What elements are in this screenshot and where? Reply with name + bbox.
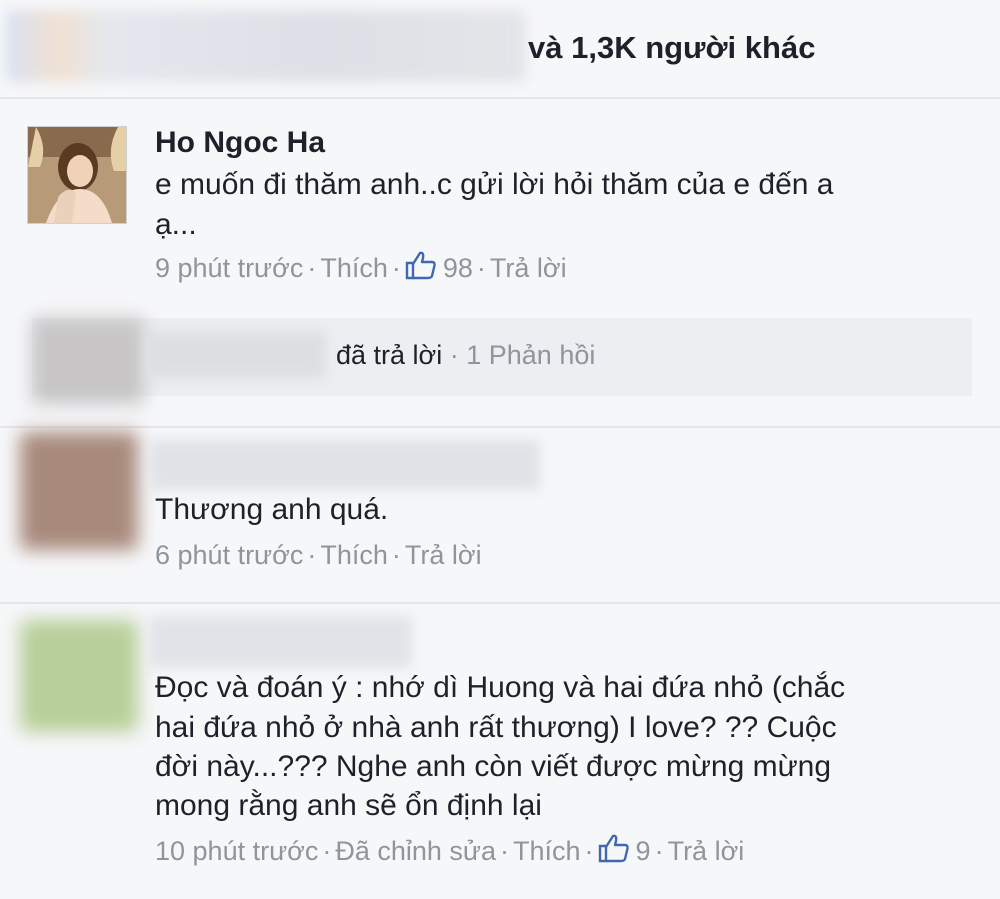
reply-link[interactable]: Trả lời bbox=[668, 836, 745, 866]
avatar-portrait-image bbox=[28, 127, 126, 223]
divider bbox=[0, 602, 1000, 604]
comment-meta: 6 phút trước · Thích · Trả lời bbox=[155, 540, 482, 571]
avatar[interactable] bbox=[32, 318, 144, 404]
likes-summary-bar[interactable]: và 1,3K người khác bbox=[0, 0, 1000, 97]
comment-meta: 10 phút trước · Đã chỉnh sửa · Thích · 9 · Trả l… bbox=[155, 833, 744, 867]
comment-text: Thương anh quá. bbox=[155, 493, 389, 526]
divider bbox=[0, 97, 1000, 99]
like-count-value: 9 bbox=[635, 836, 651, 866]
comment-text-line: hai đứa nhỏ ở nhà anh rất thương) I love… bbox=[155, 711, 837, 744]
comment-author[interactable]: Ho Ngoc Ha bbox=[155, 126, 325, 160]
comment-meta: 9 phút trước · Thích · 98 · Trả lời bbox=[155, 250, 567, 284]
like-link[interactable]: Thích bbox=[513, 836, 581, 866]
like-link[interactable]: Thích bbox=[320, 540, 388, 570]
comment-text-line: đời này...??? Nghe anh còn viết được mừn… bbox=[155, 750, 832, 783]
avatar[interactable] bbox=[20, 620, 138, 732]
like-count[interactable]: 9 bbox=[598, 834, 651, 866]
reply-count[interactable]: 1 Phản hồi bbox=[466, 340, 595, 370]
liker-names-blurred bbox=[6, 10, 526, 82]
like-count[interactable]: 98 bbox=[405, 251, 473, 283]
reply-link[interactable]: Trả lời bbox=[405, 540, 482, 570]
likes-others-count[interactable]: và 1,3K người khác bbox=[528, 30, 815, 66]
comment-text-line: Đọc và đoán ý : nhớ dì Huong và hai đứa … bbox=[155, 671, 846, 704]
comment-author-blurred[interactable] bbox=[150, 616, 412, 668]
edited-label[interactable]: Đã chỉnh sửa bbox=[335, 836, 496, 866]
separator-dot: · bbox=[476, 253, 486, 283]
comment-text-line: e muốn đi thăm anh..c gửi lời hỏi thăm c… bbox=[155, 168, 834, 201]
thumbs-up-icon bbox=[598, 834, 629, 863]
thumbs-up-icon bbox=[405, 251, 436, 280]
replied-label: đã trả lời bbox=[336, 340, 443, 370]
separator-dot: · bbox=[584, 836, 594, 866]
separator-dot: · bbox=[307, 540, 317, 570]
like-link[interactable]: Thích bbox=[320, 253, 388, 283]
like-count-value: 98 bbox=[442, 253, 473, 283]
comment-time[interactable]: 9 phút trước bbox=[155, 253, 303, 283]
separator-dot: · bbox=[322, 836, 332, 866]
comment-author-blurred[interactable] bbox=[150, 440, 540, 490]
comment-time[interactable]: 10 phút trước bbox=[155, 836, 318, 866]
comment-text-line: mong rằng anh sẽ ổn định lại bbox=[155, 789, 542, 822]
reply-summary[interactable]: đã trả lời · 1 Phản hồi bbox=[336, 340, 595, 371]
separator-dot: · bbox=[391, 540, 401, 570]
separator-dot: · bbox=[654, 836, 664, 866]
reply-author-blurred[interactable] bbox=[146, 332, 326, 378]
divider bbox=[0, 426, 1000, 428]
separator-dot: · bbox=[307, 253, 317, 283]
reply-link[interactable]: Trả lời bbox=[490, 253, 567, 283]
comment-time[interactable]: 6 phút trước bbox=[155, 540, 303, 570]
avatar[interactable] bbox=[27, 126, 127, 224]
separator-dot: · bbox=[500, 836, 510, 866]
avatar[interactable] bbox=[20, 432, 138, 550]
comment-text-line: ạ... bbox=[155, 208, 197, 241]
separator-dot: · bbox=[391, 253, 401, 283]
